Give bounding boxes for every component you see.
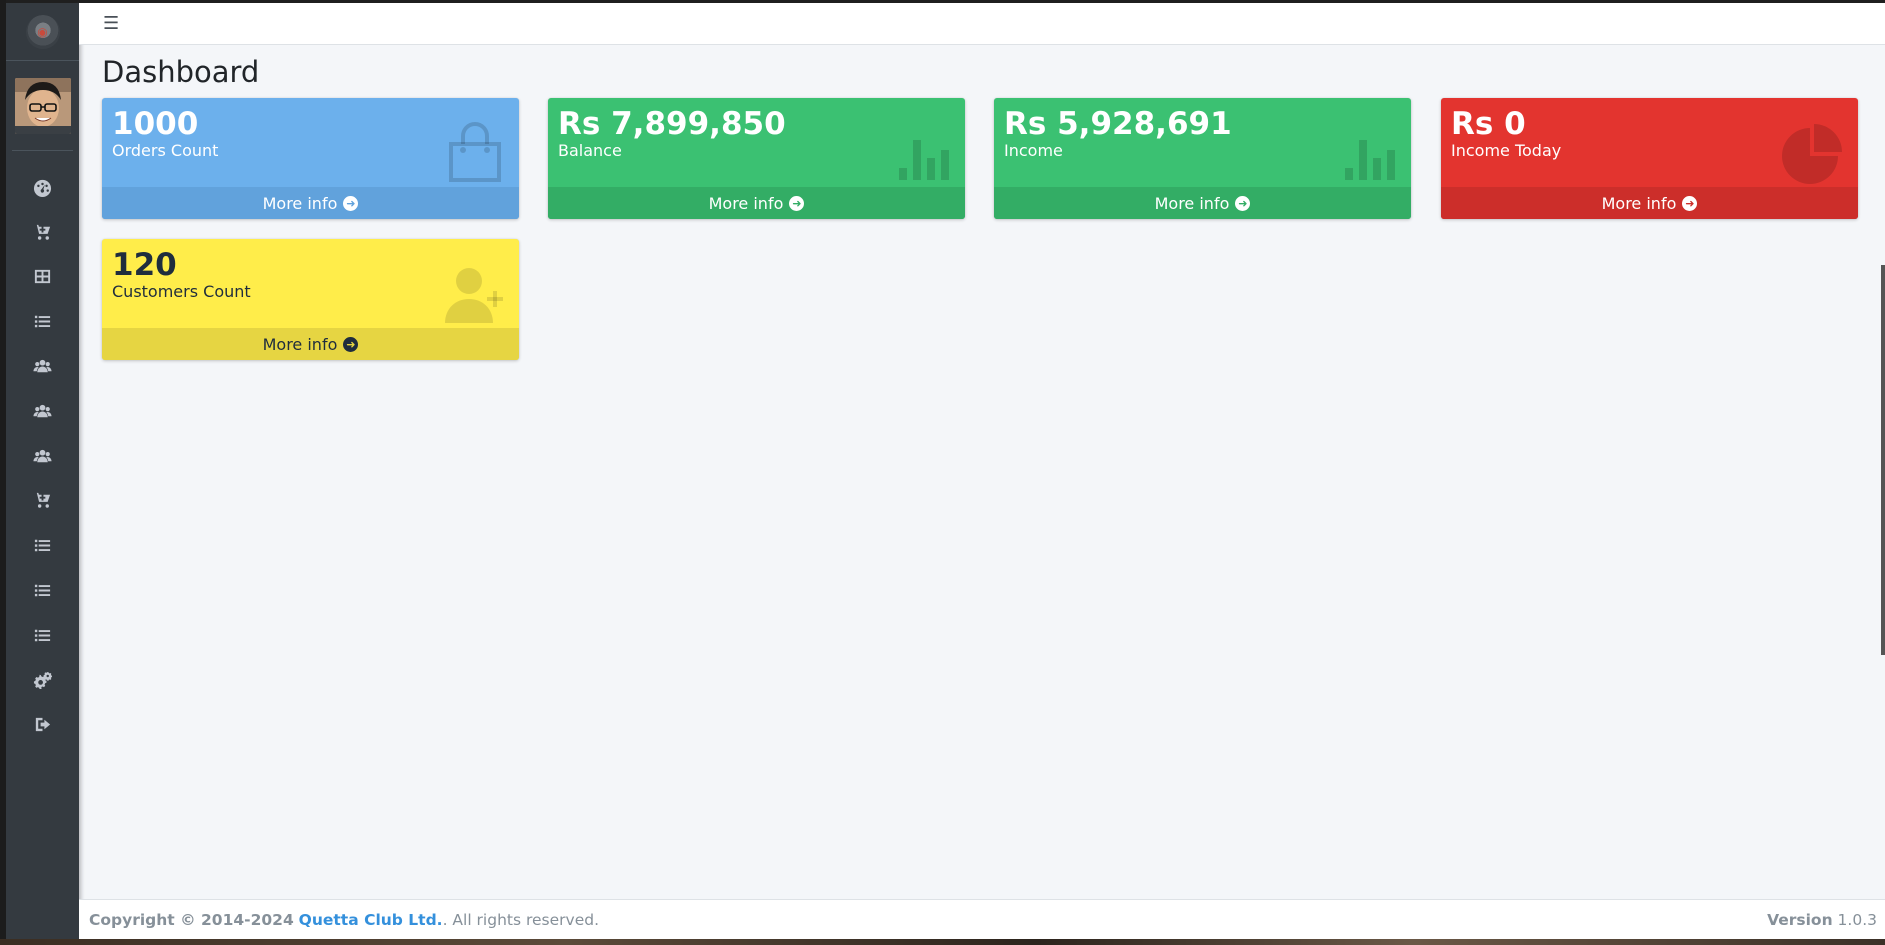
arrow-circle-right-icon: ➜	[343, 336, 359, 352]
more-info-label: More info	[708, 193, 784, 213]
brand-logo-link[interactable]: ◉	[6, 3, 79, 61]
hamburger-icon[interactable]: ☰	[103, 14, 119, 33]
orders-count-box: 1000 Orders Count More info ➜	[102, 98, 519, 219]
pie-chart-icon	[1782, 124, 1842, 184]
sidebar-item-users-3[interactable]	[6, 434, 79, 479]
cart-plus-icon	[33, 493, 51, 509]
cogs-icon	[33, 671, 52, 689]
more-info-link[interactable]: More info ➜	[102, 328, 519, 360]
copyright-prefix: Copyright © 2014-2024	[89, 910, 294, 929]
copyright-suffix: . All rights reserved.	[442, 910, 600, 929]
user-panel[interactable]	[12, 61, 73, 151]
sidebar-item-list-3[interactable]	[6, 568, 79, 613]
sidebar-item-cart-2[interactable]	[6, 479, 79, 524]
cart-plus-icon	[33, 224, 51, 240]
sidebar-nav	[6, 151, 79, 747]
income-box: Rs 5,928,691 Income More info ➜	[994, 98, 1411, 219]
version-label: Version	[1767, 910, 1833, 929]
arrow-circle-right-icon: ➜	[343, 195, 359, 211]
company-link[interactable]: Quetta Club Ltd.	[299, 911, 443, 929]
sidebar-item-list-2[interactable]	[6, 523, 79, 568]
sidebar-item-users-1[interactable]	[6, 344, 79, 389]
more-info-link[interactable]: More info ➜	[102, 187, 519, 219]
users-icon	[33, 449, 52, 462]
sidebar-item-users-2[interactable]	[6, 389, 79, 434]
more-info-link[interactable]: More info ➜	[1441, 187, 1858, 219]
more-info-label: More info	[1154, 193, 1230, 213]
sidebar-item-list-1[interactable]	[6, 299, 79, 344]
content-wrapper: Dashboard 1000 Orders Count More info ➜ …	[79, 45, 1885, 899]
balance-box: Rs 7,899,850 Balance More info ➜	[548, 98, 965, 219]
tachometer-icon	[33, 179, 52, 197]
customers-count-box: 120 Customers Count More info ➜	[102, 239, 519, 360]
sidebar: ◉	[6, 3, 79, 939]
list-icon	[34, 584, 51, 597]
copyright: Copyright © 2014-2024 Quetta Club Ltd.. …	[89, 911, 599, 929]
sidebar-item-list-4[interactable]	[6, 613, 79, 658]
arrow-circle-right-icon: ➜	[1682, 195, 1698, 211]
version-number: 1.0.3	[1837, 910, 1877, 929]
more-info-link[interactable]: More info ➜	[994, 187, 1411, 219]
users-icon	[33, 404, 52, 418]
sidebar-item-table[interactable]	[6, 255, 79, 300]
main-footer: Copyright © 2014-2024 Quetta Club Ltd.. …	[79, 899, 1885, 939]
version: Version 1.0.3	[1767, 911, 1877, 929]
table-icon	[34, 270, 51, 284]
list-icon	[34, 540, 51, 552]
sidebar-item-orders[interactable]	[6, 210, 79, 255]
top-navbar: ☰	[79, 3, 1885, 45]
avatar	[14, 77, 71, 134]
list-icon	[34, 316, 51, 328]
sidebar-item-dashboard[interactable]	[6, 165, 79, 210]
brand-logo: ◉	[25, 14, 60, 49]
sign-out-icon	[35, 718, 51, 732]
users-icon	[33, 359, 52, 373]
app-window: ◉ ☰ Dashboard 1000 Orders Count More inf…	[6, 3, 1885, 939]
arrow-circle-right-icon: ➜	[1235, 195, 1251, 211]
page-title: Dashboard	[102, 55, 260, 89]
bar-chart-icon	[899, 140, 949, 180]
more-info-label: More info	[1601, 193, 1677, 213]
user-plus-icon	[445, 268, 503, 323]
scrollbar[interactable]	[1881, 265, 1885, 655]
sidebar-item-logout[interactable]	[6, 703, 79, 748]
list-icon	[34, 629, 51, 642]
arrow-circle-right-icon: ➜	[789, 195, 805, 211]
more-info-label: More info	[262, 193, 338, 213]
shopping-bag-icon	[449, 122, 501, 182]
more-info-label: More info	[262, 334, 338, 354]
bar-chart-icon	[1345, 140, 1395, 180]
income-today-box: Rs 0 Income Today More info ➜	[1441, 98, 1858, 219]
sidebar-item-settings[interactable]	[6, 658, 79, 703]
more-info-link[interactable]: More info ➜	[548, 187, 965, 219]
